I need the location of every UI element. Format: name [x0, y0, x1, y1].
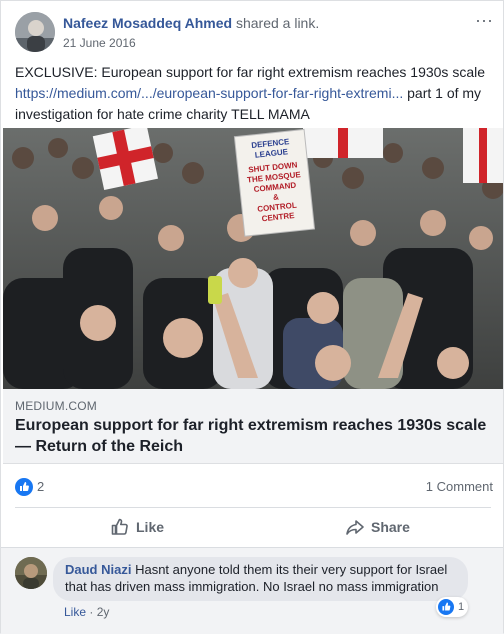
author-line: Nafeez Mosaddeq Ahmed shared a link.: [63, 15, 319, 31]
author-name[interactable]: Nafeez Mosaddeq Ahmed: [63, 15, 232, 31]
like-reaction-icon[interactable]: [15, 478, 33, 496]
comment-age[interactable]: 2y: [97, 605, 110, 619]
post-text-headline: EXCLUSIVE: European support for far righ…: [15, 64, 485, 80]
reaction-summary: 2 1 Comment: [15, 477, 495, 497]
meta-separator: ·: [86, 605, 97, 619]
share-arrow-icon: [346, 520, 364, 535]
like-button-label: Like: [136, 519, 165, 535]
share-button-label: Share: [371, 519, 410, 535]
comment-bubble: Daud Niazi Hasnt anyone told them its th…: [53, 557, 468, 601]
commenter-avatar[interactable]: [15, 557, 47, 589]
post-link[interactable]: https://medium.com/.../european-support-…: [15, 85, 403, 101]
post-card: Nafeez Mosaddeq Ahmed shared a link. 21 …: [0, 0, 504, 634]
comment-meta: Like · 2y: [64, 605, 109, 619]
commenter-name[interactable]: Daud Niazi: [65, 562, 131, 577]
comment-like-link[interactable]: Like: [64, 605, 86, 619]
link-preview-caption[interactable]: MEDIUM.COM European support for far righ…: [3, 389, 503, 464]
author-avatar[interactable]: [15, 12, 55, 52]
comment-count[interactable]: 1 Comment: [426, 479, 493, 494]
post-body: EXCLUSIVE: European support for far righ…: [15, 62, 495, 125]
like-reaction-icon: [438, 599, 454, 615]
divider: [15, 507, 491, 508]
link-title[interactable]: European support for far right extremism…: [15, 415, 495, 457]
link-preview-image[interactable]: DEFENCE LEAGUE SHUT DOWN THE MOSQUE COMM…: [3, 128, 503, 389]
link-domain: MEDIUM.COM: [15, 399, 97, 413]
comment-reaction-count: 1: [458, 601, 465, 613]
share-action-text: shared a link.: [235, 15, 320, 31]
comment-section: Daud Niazi Hasnt anyone told them its th…: [1, 548, 503, 634]
post-timestamp[interactable]: 21 June 2016: [63, 36, 136, 50]
like-button[interactable]: Like: [110, 509, 164, 545]
post-header: Nafeez Mosaddeq Ahmed shared a link. 21 …: [15, 11, 495, 54]
post-actions: Like Share: [15, 509, 491, 545]
ellipsis-icon[interactable]: ···: [473, 11, 495, 30]
reaction-count[interactable]: 2: [37, 479, 44, 494]
thumbs-up-icon: [111, 518, 128, 535]
comment-reaction-summary[interactable]: 1: [436, 597, 469, 617]
share-button[interactable]: Share: [345, 509, 410, 545]
svg-text:&: &: [273, 192, 280, 202]
